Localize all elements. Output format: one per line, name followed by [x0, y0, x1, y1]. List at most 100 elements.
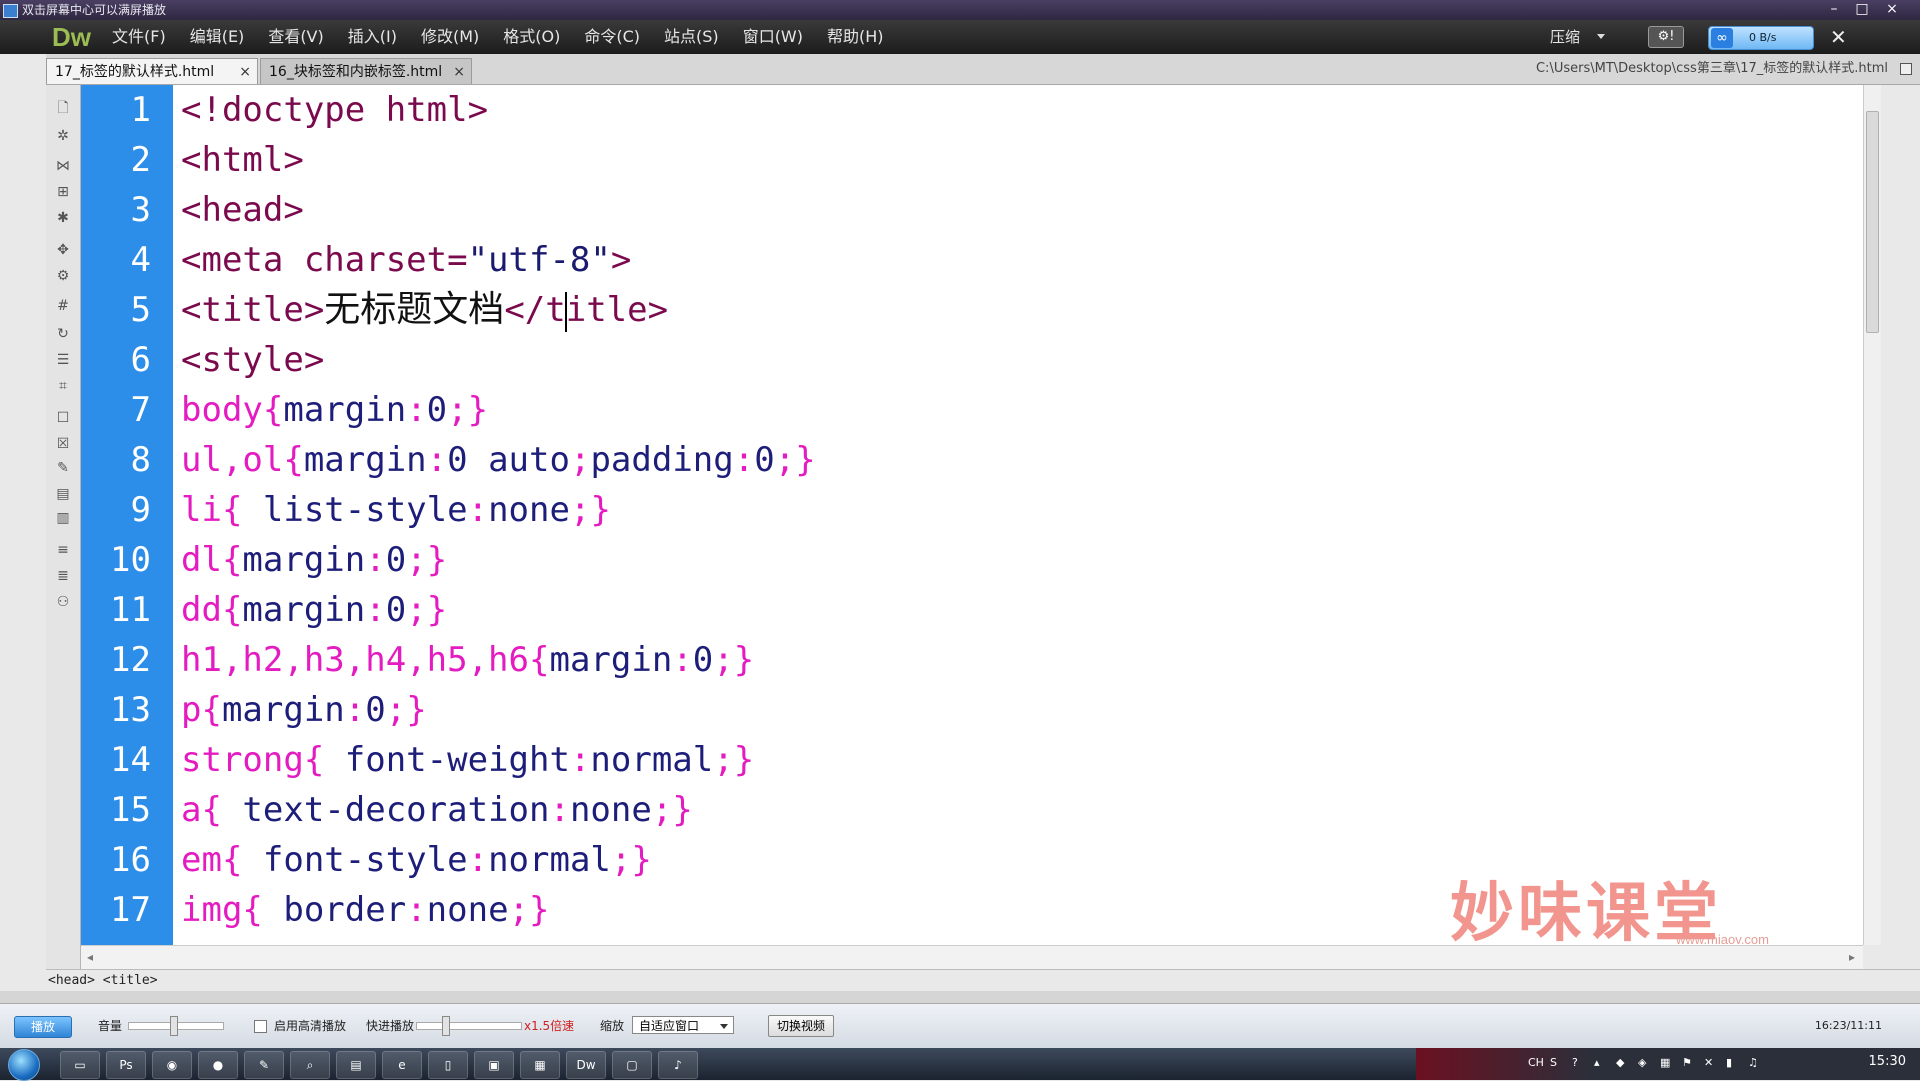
taskbar-folder-icon[interactable]: ▭	[60, 1051, 100, 1079]
taskbar: ▭ Ps ◉ ● ✎ ⌕ ▤ e ▯ ▣ ▦ Dw ▢ ♪ CH S ? ▴ ◆…	[0, 1048, 1920, 1081]
tab-file-17[interactable]: 17_标签的默认样式.html ×	[46, 58, 258, 84]
menu-insert[interactable]: 插入(I)	[348, 20, 397, 54]
taskbar-doc-icon[interactable]: ▯	[428, 1051, 468, 1079]
code-line-7: body{margin:0;}	[181, 390, 489, 430]
line-number: 8	[130, 440, 151, 480]
menu-format[interactable]: 格式(O)	[503, 20, 560, 54]
highlight-invalid-code-icon[interactable]: ↻	[54, 325, 72, 343]
taskbar-app-icon[interactable]: ●	[198, 1051, 238, 1079]
tab-file-16[interactable]: 16_块标签和内嵌标签.html ×	[260, 58, 472, 84]
taskbar-photoshop-icon[interactable]: Ps	[106, 1051, 146, 1079]
settings-gear-button[interactable]: ⚙!	[1648, 26, 1684, 48]
wrap-tag-icon[interactable]: ✎	[54, 459, 72, 477]
show-code-navigator-icon[interactable]: ✲	[54, 127, 72, 145]
outdent-code-icon[interactable]: ≣	[54, 567, 72, 585]
line-number: 2	[130, 140, 151, 180]
sogou-icon[interactable]: S	[1550, 1056, 1557, 1069]
code-line-10: dl{margin:0;}	[181, 540, 448, 580]
taskbar-monitor-icon[interactable]: ▢	[612, 1051, 652, 1079]
scroll-right-icon[interactable]: ▸	[1849, 950, 1855, 964]
compress-dropdown[interactable]: 压缩	[1550, 20, 1580, 54]
horizontal-scrollbar[interactable]: ◂ ▸	[81, 945, 1863, 970]
minimize-icon[interactable]: –	[1822, 0, 1846, 18]
move-css-icon[interactable]: ▥	[54, 509, 72, 527]
remove-comment-icon[interactable]: ☒	[54, 435, 72, 453]
recent-snippets-icon[interactable]: ▤	[54, 485, 72, 503]
speed-slider-thumb[interactable]	[442, 1016, 450, 1036]
line-number: 3	[130, 190, 151, 230]
taskbar-clock[interactable]: 15:30	[1869, 1054, 1906, 1069]
speed-slider[interactable]	[416, 1022, 522, 1030]
taskbar-dreamweaver-icon[interactable]: Dw	[566, 1051, 606, 1079]
line-numbers-icon[interactable]: #	[54, 297, 72, 315]
taskbar-window-icon[interactable]: ▣	[474, 1051, 514, 1079]
system-tray: CH S ? ▴ ◆ ◈ ▦ ⚑ ✕ ▮ ♫ 15:30	[1416, 1048, 1920, 1080]
menu-file[interactable]: 文件(F)	[112, 20, 166, 54]
indent-code-icon[interactable]: ≡	[54, 541, 72, 559]
tag-selector[interactable]: <head> <title>	[46, 969, 1920, 992]
apply-comment-icon[interactable]: ☐	[54, 409, 72, 427]
help-icon[interactable]: ?	[1572, 1056, 1578, 1069]
select-parent-tag-icon[interactable]: ✥	[54, 241, 72, 259]
close-icon[interactable]: ×	[1880, 0, 1904, 18]
scroll-left-icon[interactable]: ◂	[87, 950, 93, 964]
line-number: 11	[110, 590, 151, 630]
menu-window[interactable]: 窗口(W)	[743, 20, 803, 54]
code-editor[interactable]: 1 2 3 4 5 6 7 8 9 10 11 12 13 14 15 16 1…	[81, 85, 1863, 945]
menu-site[interactable]: 站点(S)	[664, 20, 719, 54]
balance-braces-icon[interactable]: ⚙	[54, 267, 72, 285]
code-line-3: <head>	[181, 190, 304, 230]
app-close-icon[interactable]: ✕	[1830, 20, 1847, 54]
status-separator	[0, 991, 1920, 1004]
tab-label: 17_标签的默认样式.html	[55, 64, 215, 80]
taskbar-chrome-icon[interactable]: ◉	[152, 1051, 192, 1079]
close-icon[interactable]: ×	[453, 59, 465, 85]
signal-icon[interactable]: ▮	[1726, 1056, 1732, 1069]
close-icon[interactable]: ×	[239, 59, 251, 85]
taskbar-search-icon[interactable]: ⌕	[290, 1051, 330, 1079]
taskbar-explorer-icon[interactable]: ▤	[336, 1051, 376, 1079]
taskbar-notes-icon[interactable]: ✎	[244, 1051, 284, 1079]
hd-checkbox[interactable]	[254, 1020, 267, 1033]
line-number: 1	[130, 90, 151, 130]
taskbar-player-icon[interactable]: ♪	[658, 1051, 698, 1079]
format-source-icon[interactable]: ⚇	[54, 593, 72, 611]
collapse-selection-icon[interactable]: ⊞	[54, 183, 72, 201]
volume-icon[interactable]: ♫	[1748, 1056, 1758, 1069]
tray-flag-icon[interactable]: ⚑	[1682, 1056, 1692, 1069]
collapse-full-tag-icon[interactable]: ⋈	[54, 157, 72, 175]
vertical-scrollbar[interactable]	[1863, 85, 1881, 945]
fast-forward-label: 快进播放	[366, 1019, 415, 1033]
menu-view[interactable]: 查看(V)	[268, 20, 323, 54]
tray-network-icon[interactable]: ▦	[1660, 1056, 1670, 1069]
chevron-down-icon	[1597, 34, 1605, 39]
code-line-5: <title>无标题文档</title>	[181, 289, 669, 332]
tray-arrow-icon[interactable]: ▴	[1594, 1056, 1600, 1069]
ime-indicator[interactable]: CH	[1528, 1056, 1544, 1069]
taskbar-calc-icon[interactable]: ▦	[520, 1051, 560, 1079]
volume-slider-thumb[interactable]	[170, 1016, 178, 1036]
net-speed-value: 0 B/s	[1749, 31, 1777, 44]
tray-app-icon[interactable]: ◆	[1616, 1056, 1624, 1069]
syntax-coloring-icon[interactable]: ⌗	[54, 377, 72, 395]
vertical-scroll-thumb[interactable]	[1866, 111, 1879, 333]
taskbar-ie-icon[interactable]: e	[382, 1051, 422, 1079]
tray-security-icon[interactable]: ◈	[1638, 1056, 1646, 1069]
open-documents-icon[interactable]: 🗋	[54, 99, 72, 117]
menu-help[interactable]: 帮助(H)	[827, 20, 884, 54]
play-button[interactable]: 播放	[14, 1016, 72, 1038]
menu-modify[interactable]: 修改(M)	[421, 20, 479, 54]
line-number: 16	[110, 840, 151, 880]
start-button[interactable]	[8, 1049, 40, 1081]
word-wrap-icon[interactable]: ☰	[54, 351, 72, 369]
zoom-select[interactable]: 自适应窗口	[632, 1016, 734, 1034]
tray-error-icon[interactable]: ✕	[1704, 1056, 1713, 1069]
maximize-icon[interactable]: □	[1850, 0, 1874, 18]
line-number: 7	[130, 390, 151, 430]
restore-icon[interactable]	[1900, 63, 1912, 75]
zoom-label: 缩放	[600, 1019, 625, 1033]
menu-edit[interactable]: 编辑(E)	[190, 20, 245, 54]
menu-commands[interactable]: 命令(C)	[584, 20, 640, 54]
expand-all-icon[interactable]: ✱	[54, 209, 72, 227]
switch-video-button[interactable]: 切换视频	[768, 1015, 834, 1037]
